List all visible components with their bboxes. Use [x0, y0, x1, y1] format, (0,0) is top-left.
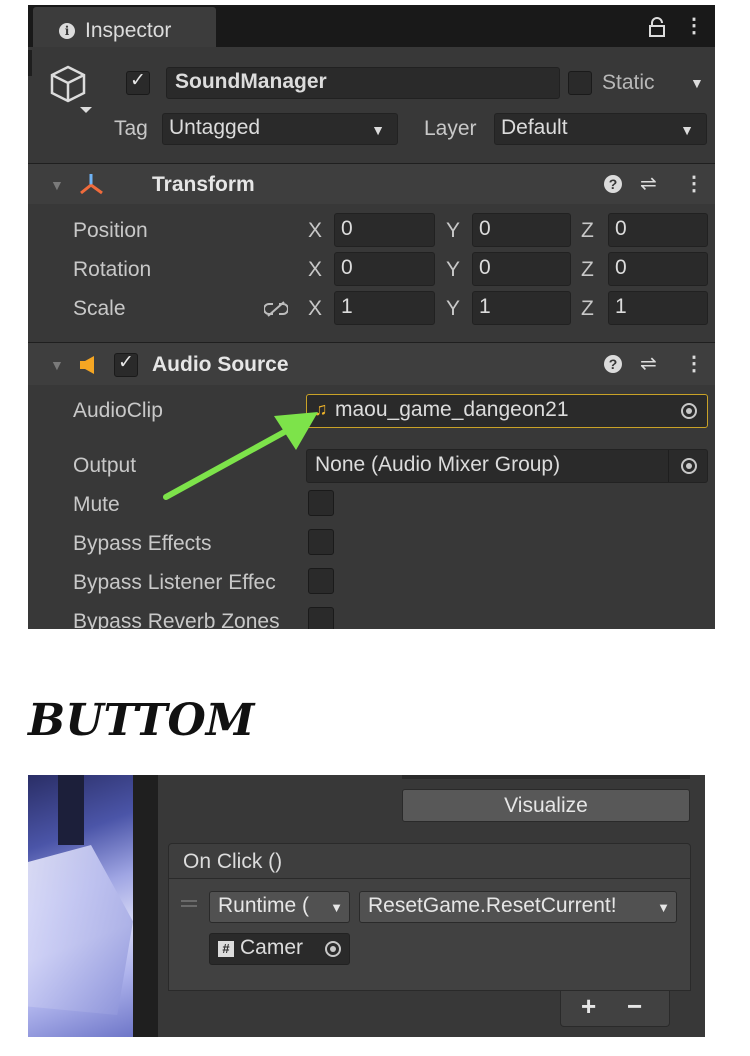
rotation-z-field[interactable]: 0 — [608, 252, 708, 286]
scale-y-field[interactable]: 1 — [472, 291, 571, 325]
presets-icon[interactable]: ⇌ — [640, 351, 657, 376]
axis-z-label: Z — [581, 219, 594, 242]
script-hash-icon: # — [218, 941, 234, 957]
output-label: Output — [73, 454, 137, 477]
section-title: BUTTOM — [28, 695, 255, 746]
remove-event-button[interactable]: − — [627, 991, 642, 1022]
layer-dropdown[interactable]: Default ▼ — [494, 113, 707, 145]
visualize-button[interactable]: Visualize — [402, 789, 690, 822]
rotation-y-field[interactable]: 0 — [472, 252, 571, 286]
tag-value: Untagged — [169, 116, 261, 139]
active-checkbox[interactable] — [126, 69, 150, 95]
audio-source-title: Audio Source — [152, 353, 289, 376]
object-name-field[interactable]: SoundManager — [166, 67, 560, 99]
output-field[interactable]: None (Audio Mixer Group) — [306, 449, 708, 483]
scale-label: Scale — [73, 297, 126, 320]
onclick-list: Runtime ( ▼ ResetGame.ResetCurrent! ▼ # … — [168, 879, 691, 991]
help-icon[interactable]: ? — [604, 355, 622, 373]
position-label: Position — [73, 219, 148, 242]
scale-x-field[interactable]: 1 — [334, 291, 435, 325]
function-dropdown[interactable]: ResetGame.ResetCurrent! ▼ — [359, 891, 677, 923]
field-edge — [402, 775, 690, 779]
presets-icon[interactable]: ⇌ — [640, 171, 657, 196]
axis-y-label: Y — [446, 258, 461, 281]
audioclip-field[interactable]: ♫ maou_game_dangeon21 — [306, 394, 708, 428]
axis-y-label: Y — [446, 297, 461, 320]
chevron-down-icon: ▼ — [371, 122, 385, 138]
annotation-arrow — [163, 412, 318, 500]
position-z-field[interactable]: 0 — [608, 213, 708, 247]
audioclip-value: maou_game_dangeon21 — [335, 398, 569, 421]
foldout-icon[interactable]: ▼ — [50, 177, 64, 193]
audio-source-enabled-checkbox[interactable] — [114, 351, 138, 377]
output-value: None (Audio Mixer Group) — [315, 453, 561, 476]
chevron-down-icon: ▼ — [657, 900, 670, 915]
object-picker-icon[interactable] — [681, 403, 697, 419]
static-checkbox[interactable] — [568, 71, 592, 95]
bypass-effects-checkbox[interactable] — [308, 529, 334, 555]
static-dropdown-icon[interactable]: ▼ — [690, 75, 704, 91]
rotation-label: Rotation — [73, 258, 152, 281]
axis-z-label: Z — [581, 297, 594, 320]
inspector-panel: i Inspector ⋮ SoundManager Static ▼ Tag … — [28, 5, 715, 629]
drag-handle-icon[interactable] — [181, 900, 197, 902]
transform-icon — [78, 172, 104, 201]
audio-source-icon — [78, 355, 100, 380]
static-label: Static — [602, 71, 655, 94]
target-object-field[interactable]: # Camer — [209, 933, 350, 965]
tag-dropdown[interactable]: Untagged ▼ — [162, 113, 398, 145]
kebab-menu-icon[interactable]: ⋮ — [684, 351, 704, 376]
object-picker-icon[interactable] — [681, 458, 697, 474]
kebab-menu-icon[interactable]: ⋮ — [684, 13, 704, 38]
function-label: ResetGame.ResetCurrent! — [368, 894, 617, 917]
axis-z-label: Z — [581, 258, 594, 281]
bypass-effects-label: Bypass Effects — [73, 532, 212, 555]
layer-value: Default — [501, 116, 568, 139]
panel-edge — [28, 50, 32, 76]
transform-header[interactable]: ▼ Transform ? ⇌ ⋮ — [28, 163, 715, 204]
scale-z-field[interactable]: 1 — [608, 291, 708, 325]
onclick-label: On Click () — [183, 850, 283, 873]
axis-x-label: X — [308, 297, 323, 320]
add-event-button[interactable]: + — [581, 991, 596, 1022]
bypass-listener-label: Bypass Listener Effec — [73, 571, 276, 594]
runtime-label: Runtime ( — [218, 894, 310, 917]
rotation-x-field[interactable]: 0 — [334, 252, 435, 286]
bypass-reverb-label: Bypass Reverb Zones — [73, 610, 280, 629]
tab-label: Inspector — [85, 19, 172, 42]
layer-label: Layer — [424, 117, 477, 140]
audio-source-header[interactable]: ▼ Audio Source ? ⇌ ⋮ — [28, 342, 715, 385]
position-x-field[interactable]: 0 — [334, 213, 435, 247]
tab-inspector[interactable]: i Inspector — [33, 7, 216, 47]
runtime-dropdown[interactable]: Runtime ( ▼ — [209, 891, 350, 923]
axis-x-label: X — [308, 219, 323, 242]
field-divider — [668, 450, 669, 482]
object-picker-icon[interactable] — [325, 941, 341, 957]
mute-label: Mute — [73, 493, 120, 516]
position-y-field[interactable]: 0 — [472, 213, 571, 247]
help-icon[interactable]: ? — [604, 175, 622, 193]
onclick-footer: + − — [560, 991, 670, 1027]
axis-x-label: X — [308, 258, 323, 281]
kebab-menu-icon[interactable]: ⋮ — [684, 171, 704, 196]
button-inspector-panel: Visualize On Click () Runtime ( ▼ ResetG… — [28, 775, 705, 1037]
onclick-header: On Click () — [168, 843, 691, 879]
info-icon: i — [59, 23, 75, 39]
chevron-down-icon: ▼ — [330, 900, 343, 915]
constrain-proportions-icon[interactable] — [263, 301, 289, 322]
bypass-reverb-checkbox[interactable] — [308, 607, 334, 629]
transform-title: Transform — [152, 173, 255, 196]
axis-y-label: Y — [446, 219, 461, 242]
scene-geometry-dark — [58, 775, 84, 845]
tag-label: Tag — [114, 117, 148, 140]
audioclip-label: AudioClip — [73, 399, 163, 422]
lock-icon[interactable] — [648, 17, 666, 43]
foldout-icon[interactable]: ▼ — [50, 357, 64, 373]
chevron-down-icon: ▼ — [680, 122, 694, 138]
gameobject-icon[interactable] — [48, 63, 94, 118]
target-object-label: Camer — [240, 936, 304, 959]
bypass-listener-checkbox[interactable] — [308, 568, 334, 594]
panel-divider — [133, 775, 158, 1037]
